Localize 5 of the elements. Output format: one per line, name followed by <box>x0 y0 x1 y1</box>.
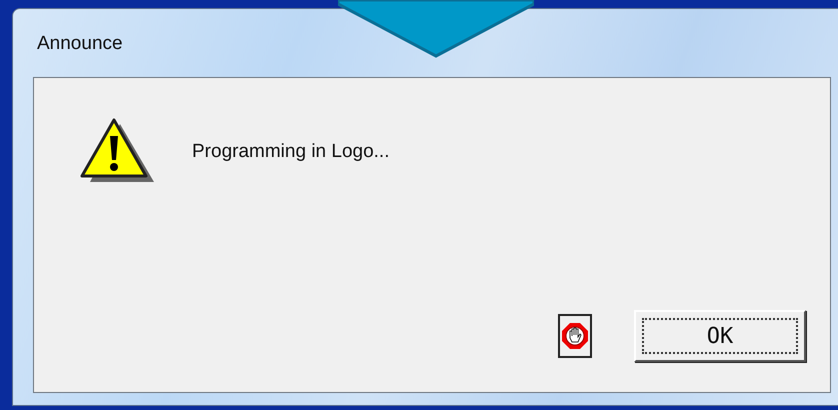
stop-button[interactable] <box>558 314 592 358</box>
ok-button[interactable]: OK <box>634 310 806 362</box>
window-title: Announce <box>37 34 123 52</box>
stop-hand-icon <box>561 322 589 350</box>
message-text: Programming in Logo... <box>192 140 390 164</box>
